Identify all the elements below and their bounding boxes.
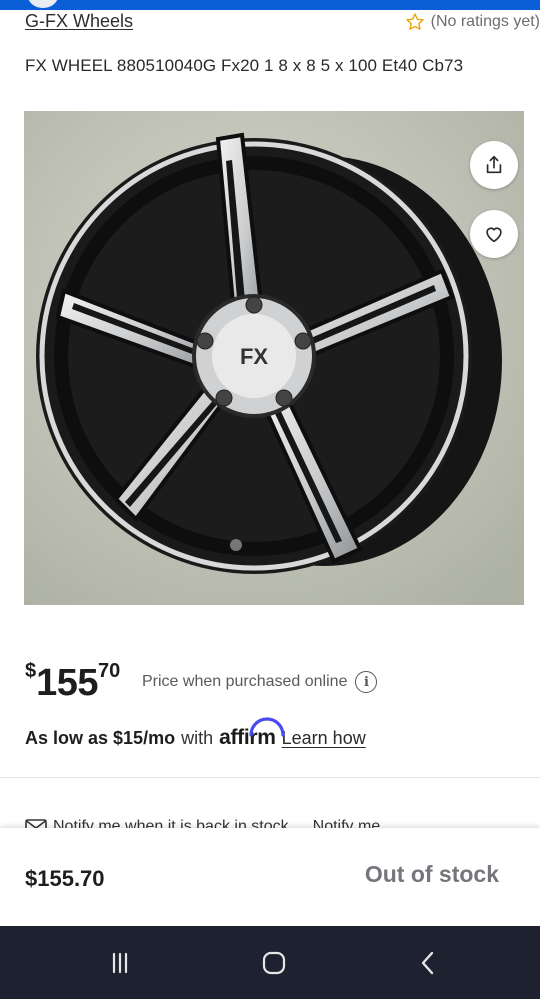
hub-logo-text: FX [240,344,268,369]
mail-icon [25,819,47,828]
favorite-button[interactable] [470,210,518,258]
profile-circle[interactable] [28,0,58,8]
notify-me-text: Notify me when it is back in stock [53,818,289,828]
back-button[interactable] [388,926,468,999]
learn-how-link[interactable]: Learn how [282,728,366,749]
back-icon [421,951,434,974]
price: $ 155 70 [25,656,120,702]
divider [0,777,540,778]
product-image[interactable]: FX [24,111,524,605]
info-icon[interactable]: i [355,671,378,693]
financing-connector: with [181,728,214,748]
bottom-price: $155.70 [25,866,105,891]
top-app-bar [0,0,540,10]
notify-me-secondary-text[interactable]: Notify me [313,818,381,828]
recent-apps-button[interactable] [80,926,160,999]
recent-apps-icon [112,952,128,973]
financing-amount: As low as $15/mo [25,728,176,748]
price-note-text: Price when purchased online [142,673,348,690]
star-outline-icon [405,13,424,30]
affirm-logo: affirm [219,717,285,750]
price-whole: 155 [36,662,99,704]
rating-summary[interactable]: (No ratings yet) [405,12,540,32]
heart-icon [486,227,502,243]
home-button[interactable] [234,926,314,999]
price-cents: 70 [98,660,121,682]
info-glyph: i [363,674,369,690]
product-title: FX WHEEL 880510040G Fx20 1 8 x 8 5 x 100… [25,56,464,75]
rating-text: (No ratings yet) [430,13,540,30]
price-currency: $ [25,660,37,682]
out-of-stock-label: Out of stock [364,861,499,887]
bottom-purchase-bar: $155.70 Out of stock [0,828,540,926]
brand-link[interactable]: G-FX Wheels [25,11,133,32]
wheel-photo: FX [24,111,524,605]
share-button[interactable] [470,141,518,189]
system-navigation-bar [0,926,540,999]
affirm-arc-icon [249,717,285,737]
share-icon [486,155,502,174]
home-icon [262,951,286,974]
price-note: Price when purchased online i [142,671,378,693]
notify-me-row[interactable]: Notify me when it is back in stock Notif… [25,816,540,828]
financing-offer: As low as $15/mo with affirm Learn how [25,717,366,750]
